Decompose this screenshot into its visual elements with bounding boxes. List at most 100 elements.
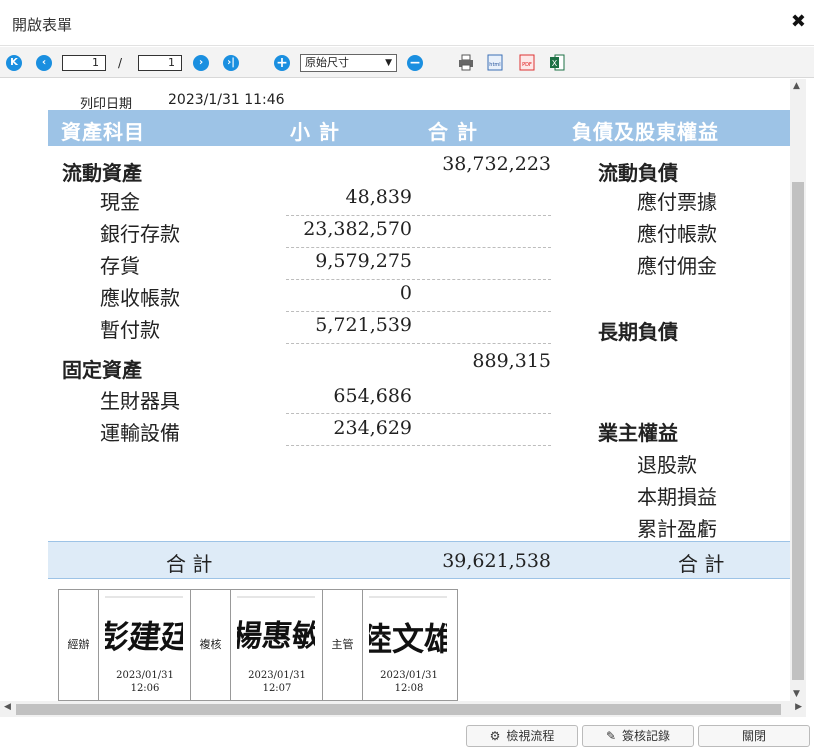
- current-assets-total: 38,732,223: [442, 153, 551, 175]
- chevron-down-icon: ▼: [385, 58, 392, 68]
- row-divider: [286, 247, 551, 248]
- total-pages-field: 1: [138, 55, 182, 71]
- signature-date: 2023/01/31: [380, 670, 438, 681]
- scroll-up-icon[interactable]: ▲: [793, 81, 800, 91]
- close-icon[interactable]: ✖: [791, 12, 806, 32]
- row-divider: [286, 413, 551, 414]
- asset-item-label: 銀行存款: [100, 222, 180, 246]
- signature-image: 彭建廷: [94, 596, 196, 668]
- svg-text:X: X: [552, 59, 558, 68]
- pdf-export-label: PDF: [522, 62, 532, 68]
- liability-item-label: 應付佣金: [637, 254, 717, 278]
- horizontal-scrollbar[interactable]: ◀ ▶: [0, 701, 806, 717]
- equity-item-label: 退股款: [637, 453, 697, 477]
- asset-item-value: 9,579,275: [315, 250, 412, 272]
- asset-item-label: 存貨: [100, 254, 140, 278]
- signature-cell: 彭建廷 2023/01/31 12:06: [94, 590, 196, 700]
- grand-total-label-left: 合 計: [166, 552, 213, 576]
- fixed-assets-total: 889,315: [472, 350, 551, 372]
- header-subtotal: 小 計: [290, 120, 340, 144]
- title-bar: 開啟表單 ✖: [0, 0, 814, 46]
- equity-item-label: 累計盈虧: [637, 517, 717, 541]
- zoom-select[interactable]: 原始尺寸 ▼: [300, 54, 397, 72]
- view-flow-label: 檢視流程: [506, 729, 555, 743]
- header-liability: 負債及股東權益: [572, 120, 719, 144]
- grand-total-value: 39,621,538: [442, 550, 551, 572]
- signature-time: 12:08: [394, 683, 424, 694]
- excel-export-icon[interactable]: X: [549, 54, 565, 71]
- report-header-band: 資產科目 小 計 合 計 負債及股東權益: [48, 110, 790, 146]
- record-icon: ✎: [605, 729, 617, 743]
- current-assets-label: 流動資產: [62, 161, 142, 185]
- flow-icon: ⚙: [489, 729, 501, 743]
- asset-item-value: 0: [399, 282, 412, 304]
- footer-bar: ⚙ 檢視流程 ✎ 簽核記錄 關閉: [0, 717, 814, 751]
- close-button[interactable]: 關閉: [698, 725, 810, 747]
- sign-record-label: 簽核記錄: [622, 729, 671, 743]
- svg-text:楊惠敏: 楊惠敏: [237, 619, 315, 654]
- long-term-liabilities-label: 長期負債: [598, 320, 678, 344]
- signature-image: 楊惠敏: [230, 596, 325, 668]
- zoom-in-icon[interactable]: +: [274, 55, 290, 71]
- view-flow-button[interactable]: ⚙ 檢視流程: [466, 725, 578, 747]
- header-asset: 資產科目: [61, 120, 145, 144]
- current-page-input[interactable]: 1: [62, 55, 106, 71]
- report-toolbar: K ‹ 1 / 1 › ›| + 原始尺寸 ▼ − html PDF X: [0, 47, 814, 78]
- vertical-scroll-thumb[interactable]: [792, 182, 804, 680]
- asset-item-label: 生財器具: [100, 389, 180, 413]
- signature-table: 經辦 彭建廷 2023/01/31 12:06 複核 楊惠敏 2023/01/3…: [58, 589, 458, 701]
- report-viewport[interactable]: 列印日期 2023/1/31 11:46 資產科目 小 計 合 計 負債及股東權…: [0, 79, 790, 701]
- asset-item-value: 48,839: [345, 186, 412, 208]
- vertical-scrollbar[interactable]: ▲ ▼: [790, 79, 806, 701]
- last-page-icon[interactable]: ›|: [223, 55, 239, 71]
- window-title: 開啟表單: [12, 16, 73, 34]
- signature-role-label: 主管: [323, 590, 363, 700]
- signature-cell: 陸文雄 2023/01/31 12:08: [360, 590, 456, 700]
- asset-item-value: 654,686: [333, 385, 412, 407]
- signature-time: 12:07: [262, 683, 292, 694]
- scroll-left-icon[interactable]: ◀: [4, 702, 11, 712]
- signature-role-label: 複核: [191, 590, 231, 700]
- first-page-icon[interactable]: K: [6, 55, 22, 71]
- liability-item-label: 應付票據: [637, 190, 717, 214]
- prev-page-icon[interactable]: ‹: [36, 55, 52, 71]
- horizontal-scroll-thumb[interactable]: [16, 704, 781, 715]
- signature-time: 12:06: [130, 683, 160, 694]
- asset-item-value: 234,629: [333, 417, 412, 439]
- row-divider: [286, 445, 551, 446]
- sign-record-button[interactable]: ✎ 簽核記錄: [582, 725, 694, 747]
- svg-text:陸文雄: 陸文雄: [369, 620, 447, 658]
- signature-image: 陸文雄: [360, 596, 456, 668]
- equity-item-label: 本期損益: [637, 485, 717, 509]
- report-window: 開啟表單 ✖ K ‹ 1 / 1 › ›| + 原始尺寸 ▼ − html PD…: [0, 0, 814, 751]
- grand-total-band: 合 計 39,621,538 合 計: [48, 541, 790, 579]
- asset-item-label: 暫付款: [100, 318, 160, 342]
- current-liabilities-label: 流動負債: [598, 161, 678, 185]
- html-export-icon[interactable]: html: [487, 54, 503, 71]
- page-separator: /: [118, 56, 123, 70]
- asset-item-value: 5,721,539: [315, 314, 412, 336]
- zoom-select-value: 原始尺寸: [305, 56, 349, 69]
- next-page-icon[interactable]: ›: [193, 55, 209, 71]
- html-export-label: html: [489, 62, 500, 68]
- row-divider: [286, 311, 551, 312]
- zoom-out-icon[interactable]: −: [407, 55, 423, 71]
- signature-date: 2023/01/31: [116, 670, 174, 681]
- scroll-down-icon[interactable]: ▼: [793, 689, 800, 699]
- pdf-export-icon[interactable]: PDF: [519, 54, 535, 71]
- asset-item-label: 運輸設備: [100, 421, 180, 445]
- signature-role-label: 經辦: [59, 590, 99, 700]
- equity-label: 業主權益: [598, 421, 678, 445]
- svg-text:彭建廷: 彭建廷: [105, 618, 183, 656]
- asset-item-value: 23,382,570: [303, 218, 412, 240]
- row-divider: [286, 279, 551, 280]
- row-divider: [286, 215, 551, 216]
- signature-date: 2023/01/31: [248, 670, 306, 681]
- row-divider: [286, 343, 551, 344]
- print-icon[interactable]: [458, 54, 474, 71]
- signature-cell: 楊惠敏 2023/01/31 12:07: [230, 590, 325, 700]
- grand-total-label-right: 合 計: [678, 552, 725, 576]
- header-total: 合 計: [428, 120, 478, 144]
- liability-item-label: 應付帳款: [637, 222, 717, 246]
- scroll-right-icon[interactable]: ▶: [795, 702, 802, 712]
